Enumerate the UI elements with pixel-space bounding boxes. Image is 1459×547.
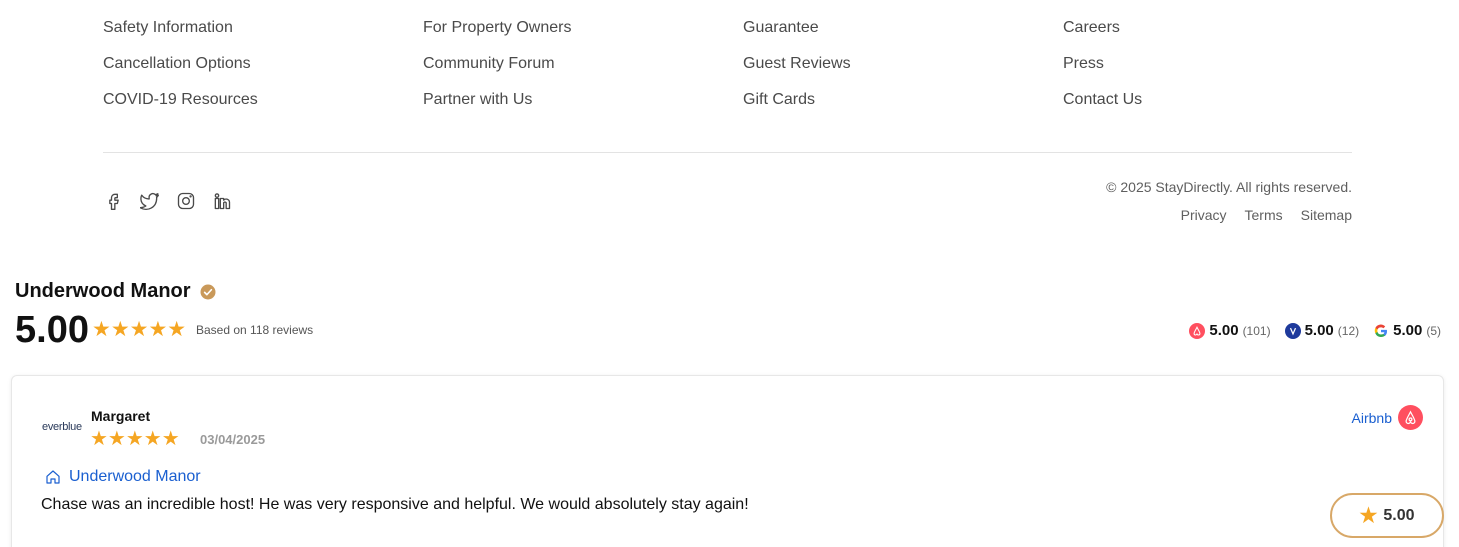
instagram-icon[interactable] <box>175 190 197 212</box>
review-source-label: Airbnb <box>1351 409 1392 426</box>
footer-link-partner[interactable]: Partner with Us <box>423 90 532 110</box>
footer-link-cancellation-options[interactable]: Cancellation Options <box>103 54 251 74</box>
home-icon <box>46 470 60 484</box>
google-icon <box>1373 323 1389 339</box>
everblue-logo: everblue <box>42 421 82 433</box>
privacy-link[interactable]: Privacy <box>1181 207 1227 223</box>
platform-rating-airbnb[interactable]: 5.00 (101) <box>1189 322 1271 339</box>
footer-link-safety-information[interactable]: Safety Information <box>103 18 233 38</box>
social-links <box>103 190 233 212</box>
review-star-rating: ★★★★★ <box>90 428 180 450</box>
overall-score: 5.00 <box>15 309 89 351</box>
footer-link-careers[interactable]: Careers <box>1063 18 1120 38</box>
footer-link-covid-resources[interactable]: COVID-19 Resources <box>103 90 258 110</box>
footer-link-press[interactable]: Press <box>1063 54 1104 74</box>
footer-link-gift-cards[interactable]: Gift Cards <box>743 90 815 110</box>
vrbo-score: 5.00 <box>1304 322 1334 339</box>
property-name: Underwood Manor <box>15 280 191 302</box>
footer-link-guest-reviews[interactable]: Guest Reviews <box>743 54 851 74</box>
review-property-link[interactable]: Underwood Manor <box>45 468 201 486</box>
footer-link-guarantee[interactable]: Guarantee <box>743 18 819 38</box>
footer-link-property-owners[interactable]: For Property Owners <box>423 18 571 38</box>
footer-link-community-forum[interactable]: Community Forum <box>423 54 555 74</box>
google-count: (5) <box>1426 323 1441 338</box>
footer-divider <box>103 152 1352 153</box>
google-score: 5.00 <box>1393 322 1423 339</box>
legal-links: Privacy Terms Sitemap <box>1181 207 1352 223</box>
verified-badge-icon <box>200 284 216 299</box>
rating-badge-score: 5.00 <box>1383 506 1415 524</box>
reviewer-name: Margaret <box>91 408 151 424</box>
facebook-icon[interactable] <box>103 190 125 212</box>
review-card: everblue Margaret ★★★★★ 03/04/2025 Airbn… <box>11 375 1444 547</box>
property-title: Underwood Manor <box>15 280 217 303</box>
footer-link-contact-us[interactable]: Contact Us <box>1063 90 1142 110</box>
terms-link[interactable]: Terms <box>1245 207 1283 223</box>
review-source[interactable]: Airbnb <box>1352 405 1423 430</box>
copyright-text: © 2025 StayDirectly. All rights reserved… <box>1106 179 1352 195</box>
airbnb-icon <box>1189 322 1206 339</box>
review-count-text: Based on 118 reviews <box>196 323 314 337</box>
platform-ratings: 5.00 (101) 5.00 (12) 5.00 (5) <box>1189 322 1441 339</box>
review-text: Chase was an incredible host! He was ver… <box>41 496 749 513</box>
platform-rating-vrbo[interactable]: 5.00 (12) <box>1284 322 1360 339</box>
sitemap-link[interactable]: Sitemap <box>1301 207 1352 223</box>
rating-badge-button[interactable]: ★ 5.00 <box>1330 493 1444 538</box>
review-property-name: Underwood Manor <box>69 468 201 485</box>
vrbo-count: (12) <box>1337 323 1360 338</box>
review-date: 03/04/2025 <box>200 432 266 447</box>
linkedin-icon[interactable] <box>211 190 233 212</box>
vrbo-icon <box>1284 322 1301 339</box>
airbnb-count: (101) <box>1242 323 1271 338</box>
airbnb-icon <box>1398 405 1423 430</box>
airbnb-score: 5.00 <box>1209 322 1239 339</box>
overall-star-rating: ★★★★★ <box>92 318 187 341</box>
twitter-icon[interactable] <box>139 190 161 212</box>
star-icon: ★ <box>1359 505 1378 527</box>
platform-rating-google[interactable]: 5.00 (5) <box>1373 322 1441 339</box>
